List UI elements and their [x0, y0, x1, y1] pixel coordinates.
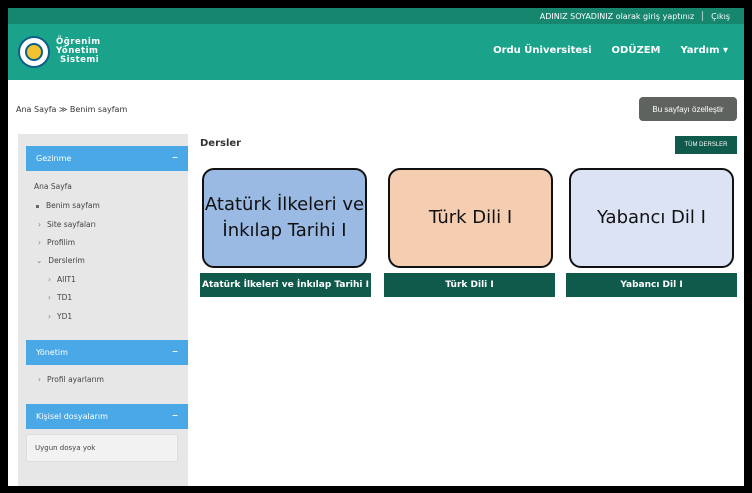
- navigation-block-title: Gezinme: [36, 154, 72, 163]
- nav-oduzem[interactable]: ODÜZEM: [612, 45, 661, 56]
- customize-page-button[interactable]: Bu sayfayı özelleştir: [639, 97, 737, 121]
- admin-block-header[interactable]: Yönetim –: [26, 340, 188, 365]
- all-courses-button[interactable]: TÜM DERSLER: [675, 136, 737, 154]
- sidebar-item-home[interactable]: Ana Sayfa: [34, 182, 72, 191]
- sidebar-item-label: Profil ayarlarım: [47, 375, 104, 384]
- bullet-icon: [36, 204, 39, 208]
- sidebar-item-label: Profilim: [47, 238, 76, 247]
- nav-help-dropdown[interactable]: Yardım ▾: [680, 45, 728, 56]
- collapse-icon[interactable]: –: [172, 344, 178, 358]
- sidebar-item-my-page[interactable]: Benim sayfam: [36, 201, 100, 210]
- sidebar-item-label: Benim sayfam: [46, 201, 100, 210]
- course-title-bar[interactable]: Türk Dili I: [384, 273, 555, 297]
- logo-emblem-icon: [25, 43, 43, 61]
- files-empty-box: Uygun dosya yok: [26, 434, 178, 462]
- chevron-right-icon: ›: [48, 312, 51, 321]
- course-title-bar[interactable]: Yabancı Dil I: [566, 273, 737, 297]
- files-empty-text: Uygun dosya yok: [35, 444, 96, 452]
- files-block-header[interactable]: Kişisel dosyalarım –: [26, 404, 188, 429]
- chevron-down-icon: ⌄: [36, 256, 43, 265]
- logout-link[interactable]: Çıkış: [711, 12, 730, 21]
- university-logo[interactable]: [18, 36, 50, 68]
- chevron-right-icon: ›: [38, 375, 41, 384]
- sidebar-item-my-courses[interactable]: ⌄ Derslerim: [36, 256, 85, 265]
- courses-section-title: Dersler: [200, 138, 242, 149]
- breadcrumb[interactable]: Ana Sayfa ≫ Benim sayfam: [16, 105, 127, 114]
- sidebar-course-aiit1[interactable]: › AIIT1: [48, 275, 76, 284]
- sidebar-item-label: Site sayfaları: [47, 220, 96, 229]
- course-image[interactable]: Atatürk İlkeleri ve İnkılap Tarihi I: [202, 168, 367, 268]
- sidebar-item-site-pages[interactable]: › Site sayfaları: [38, 220, 96, 229]
- site-header: Öğrenim Yönetim Sistemi Ordu Üniversites…: [8, 24, 744, 80]
- browser-frame: ADINIZ SOYADINIZ olarak giriş yaptınız Ç…: [8, 8, 744, 486]
- nav-university[interactable]: Ordu Üniversitesi: [493, 45, 591, 56]
- sidebar-item-profile[interactable]: › Profilim: [38, 238, 75, 247]
- course-image[interactable]: Türk Dili I: [388, 168, 553, 268]
- course-title-bar[interactable]: Atatürk İlkeleri ve İnkılap Tarihi I: [200, 273, 371, 297]
- course-link-label: TD1: [57, 293, 73, 302]
- sidebar-item-label: Derslerim: [48, 256, 85, 265]
- sidebar-course-yd1[interactable]: › YD1: [48, 312, 72, 321]
- divider: [702, 11, 704, 21]
- course-link-label: YD1: [57, 312, 73, 321]
- admin-block-title: Yönetim: [36, 348, 68, 357]
- chevron-right-icon: ›: [48, 275, 51, 284]
- brand-title[interactable]: Öğrenim Yönetim Sistemi: [56, 38, 101, 65]
- course-link-label: AIIT1: [57, 275, 76, 284]
- top-user-bar: ADINIZ SOYADINIZ olarak giriş yaptınız Ç…: [8, 8, 744, 24]
- sidebar-item-label: Ana Sayfa: [34, 182, 72, 191]
- collapse-icon[interactable]: –: [172, 150, 178, 164]
- login-status-text: ADINIZ SOYADINIZ olarak giriş yaptınız: [539, 11, 695, 21]
- sidebar-course-td1[interactable]: › TD1: [48, 293, 72, 302]
- chevron-right-icon: ›: [38, 238, 41, 247]
- header-nav: Ordu Üniversitesi ODÜZEM Yardım ▾: [493, 45, 728, 56]
- brand-line-3: Sistemi: [60, 55, 100, 65]
- navigation-block-header[interactable]: Gezinme –: [26, 146, 188, 171]
- chevron-right-icon: ›: [38, 220, 41, 229]
- sidebar-item-profile-settings[interactable]: › Profil ayarlarım: [38, 375, 104, 384]
- chevron-right-icon: ›: [48, 293, 51, 302]
- files-block-title: Kişisel dosyalarım: [36, 412, 108, 421]
- collapse-icon[interactable]: –: [172, 408, 178, 422]
- course-image[interactable]: Yabancı Dil I: [569, 168, 734, 268]
